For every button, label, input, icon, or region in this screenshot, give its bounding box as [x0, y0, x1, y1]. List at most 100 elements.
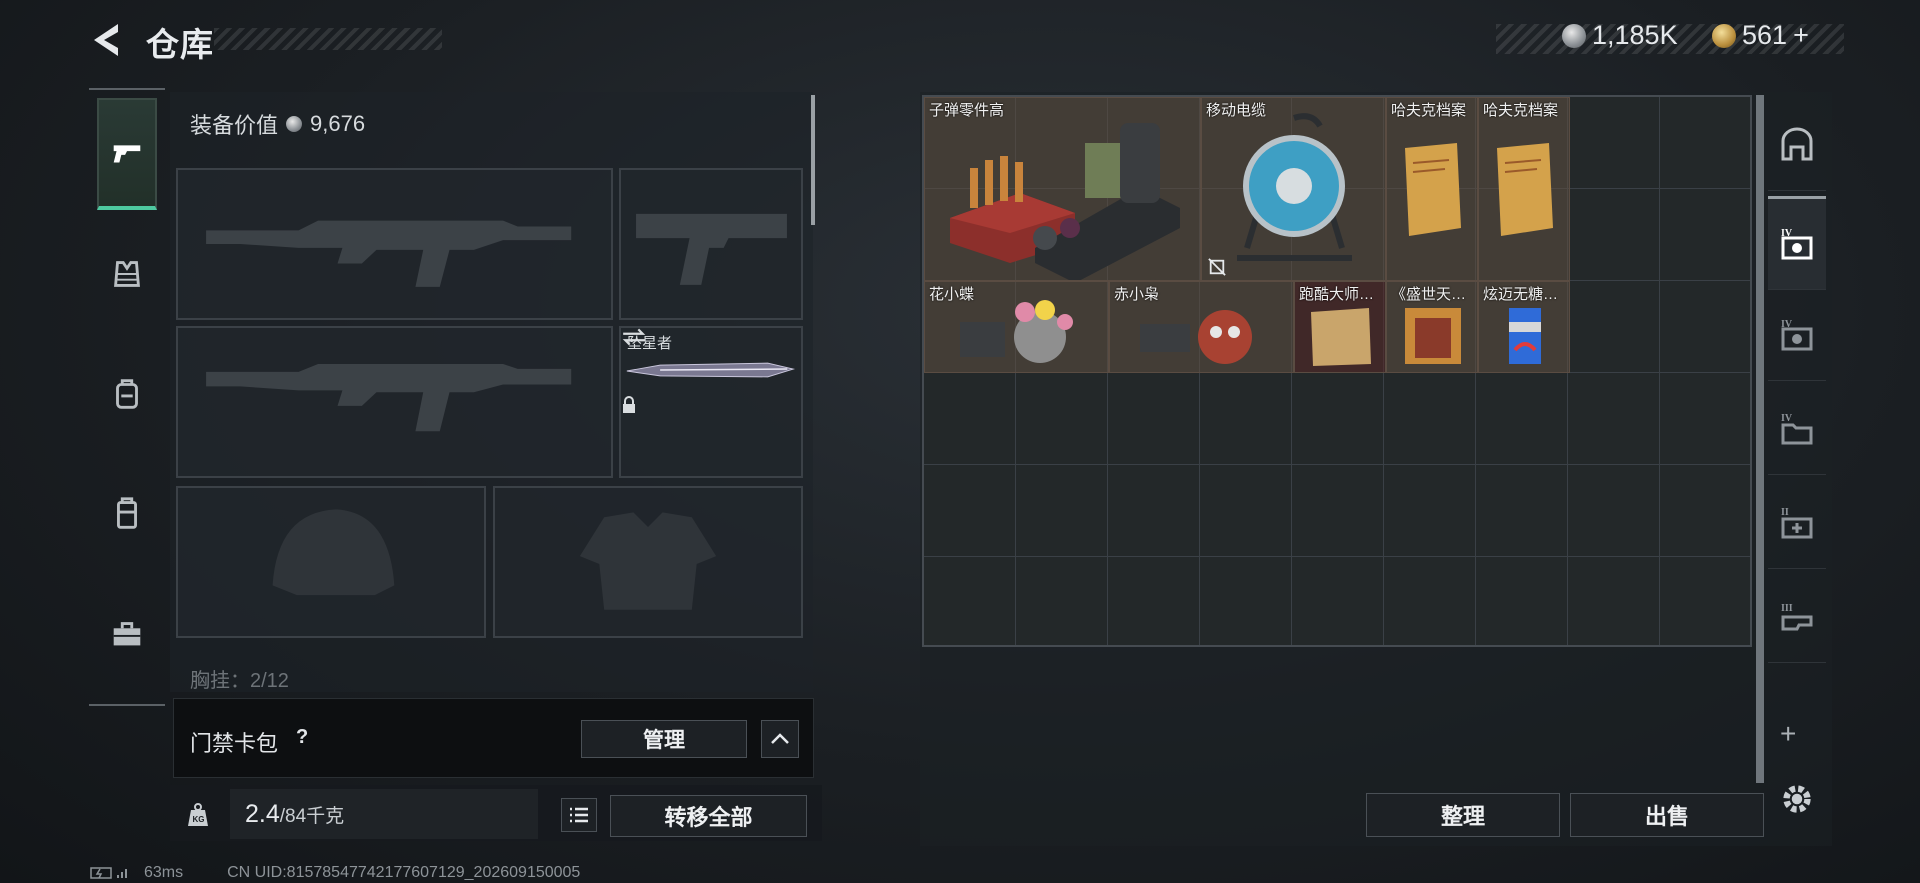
add-storage-tab-button[interactable]: + [1780, 718, 1796, 750]
tab-storage-page-3[interactable]: IV [1768, 384, 1826, 475]
storage-item[interactable]: 赤小枭 [1109, 281, 1294, 373]
svg-text:II: II [1781, 507, 1789, 518]
gear-icon[interactable] [1776, 778, 1818, 820]
tab-storage-page-2[interactable]: IV [1768, 290, 1826, 381]
owl-figure-icon [1140, 310, 1252, 364]
tab-storage-page-5[interactable]: III [1768, 572, 1826, 663]
kg-weight-icon: KG [188, 803, 208, 826]
weight-readout: 2.4/84千克 [245, 800, 344, 829]
chevron-up-icon [771, 733, 789, 744]
back-button[interactable] [88, 20, 124, 60]
storage-item[interactable]: 炫迈无糖… [1478, 281, 1570, 373]
armor-silhouette-icon [579, 512, 717, 610]
title-decoration [214, 28, 442, 50]
helmet-silhouette-icon [272, 509, 395, 596]
ammo-parts-crate-icon [950, 123, 1180, 280]
back-arrow-icon [94, 24, 118, 56]
cable-reel-icon [1237, 113, 1352, 261]
storage-item[interactable]: 移动电缆 [1201, 97, 1386, 281]
sell-button[interactable]: 出售 [1570, 793, 1764, 837]
manage-button[interactable]: 管理 [581, 720, 747, 758]
flower-figure-icon [960, 300, 1073, 363]
svg-text:IV: IV [1781, 228, 1793, 239]
equipment-scrollbar[interactable] [811, 95, 815, 225]
knife-item-icon [626, 362, 796, 378]
sort-button[interactable]: 整理 [1366, 793, 1560, 837]
storage-item[interactable]: 花小蝶 [924, 281, 1109, 373]
silver-coin-icon [1562, 23, 1586, 48]
no-trade-icon [1208, 258, 1226, 276]
tab-armor[interactable] [97, 218, 157, 330]
tab-weapons[interactable] [97, 98, 157, 210]
equipment-category-tabs [89, 88, 165, 706]
tab-container[interactable] [97, 458, 157, 570]
parkour-master-paper-icon [1311, 308, 1371, 366]
list-icon [570, 807, 588, 823]
rifle-silhouette-icon [206, 364, 572, 432]
gold-currency[interactable]: 561 + [1712, 20, 1809, 51]
lock-icon [623, 396, 635, 413]
user-uid: CN UID:815785477421776071​29_20260915000… [227, 864, 581, 881]
page-title: 仓库 [146, 26, 214, 63]
storage-box-active-icon: IV [1781, 228, 1813, 260]
storage-scrollbar-thumb[interactable] [1756, 95, 1764, 783]
silver-coin-icon [286, 116, 303, 132]
equipment-value-label: 装备价值 [190, 113, 279, 138]
tab-storage-page-1[interactable]: IV [1768, 196, 1826, 290]
access-card-label: 门禁卡包 [190, 731, 279, 756]
add-gold-button[interactable]: + [1793, 20, 1809, 51]
help-icon[interactable]: ? [296, 726, 308, 749]
storage-grid: 子弹零件高 移动电缆 哈夫克档案 哈夫克档案 花小蝶 赤小枭 跑酷大师… 《盛世… [922, 95, 1752, 647]
sidearm-slot[interactable] [619, 168, 803, 320]
pistol-icon [113, 145, 141, 163]
chest-rig-label: 胸挂：2/12 [190, 670, 289, 692]
tab-backpack[interactable] [97, 338, 157, 450]
tab-storage-page-4[interactable]: II [1768, 478, 1826, 569]
tab-toolbox[interactable] [97, 578, 157, 690]
toolbox-icon [113, 622, 141, 646]
expand-button[interactable] [761, 720, 799, 758]
battery-signal-icon [90, 867, 127, 879]
record-album-icon [1405, 308, 1461, 364]
melee-slot[interactable]: 坠星者 [619, 326, 803, 478]
equipment-value-amount: 9,676 [310, 111, 366, 136]
melee-item-name: 坠星者 [627, 335, 673, 352]
weight-current: 2.4 [245, 800, 280, 828]
gold-amount: 561 [1742, 20, 1788, 50]
storage-page-tabs: IV IV IV II III [1768, 92, 1826, 772]
gold-coin-icon [1712, 23, 1736, 48]
primary-weapon-slot[interactable] [176, 168, 613, 320]
svg-text:KG: KG [193, 815, 205, 824]
medical-box-icon: II [1781, 507, 1813, 539]
storage-home-icon [1781, 127, 1813, 161]
status-bar: 63ms CN UID:815785477421776071​29_202609… [90, 864, 580, 882]
list-view-button[interactable] [561, 798, 597, 832]
weight-max: /84千克 [279, 806, 345, 827]
locker-icon [117, 497, 137, 529]
ping-readout: 63ms [144, 864, 184, 881]
silver-currency: 1,185K [1562, 20, 1678, 51]
ammo-box-icon: III [1781, 603, 1813, 631]
storage-item[interactable]: 跑酷大师… [1294, 281, 1386, 373]
storage-item[interactable]: 哈夫克档案 [1478, 97, 1570, 281]
pistol-silhouette-icon [636, 213, 787, 285]
body-armor-slot[interactable] [493, 486, 803, 638]
svg-text:IV: IV [1781, 413, 1793, 424]
svg-text:IV: IV [1781, 319, 1793, 330]
haavk-file-icon [1497, 143, 1553, 236]
storage-folder-icon: IV [1781, 413, 1813, 445]
storage-item[interactable]: 子弹零件高 [924, 97, 1201, 281]
transfer-all-button[interactable]: 转移全部 [610, 795, 807, 837]
tab-storage-home[interactable] [1768, 100, 1826, 191]
secondary-weapon-slot[interactable] [176, 326, 613, 478]
backpack-icon [116, 379, 138, 409]
storage-item[interactable]: 《盛世天… [1386, 281, 1478, 373]
storage-box-icon: IV [1781, 319, 1813, 351]
equipment-value: 装备价值 9,676 [190, 108, 365, 140]
rifle-silhouette-icon [206, 220, 572, 287]
silver-amount: 1,185K [1592, 20, 1678, 50]
svg-text:III: III [1781, 603, 1793, 614]
vest-icon [114, 261, 140, 287]
storage-item[interactable]: 哈夫克档案 [1386, 97, 1478, 281]
helmet-slot[interactable] [176, 486, 486, 638]
